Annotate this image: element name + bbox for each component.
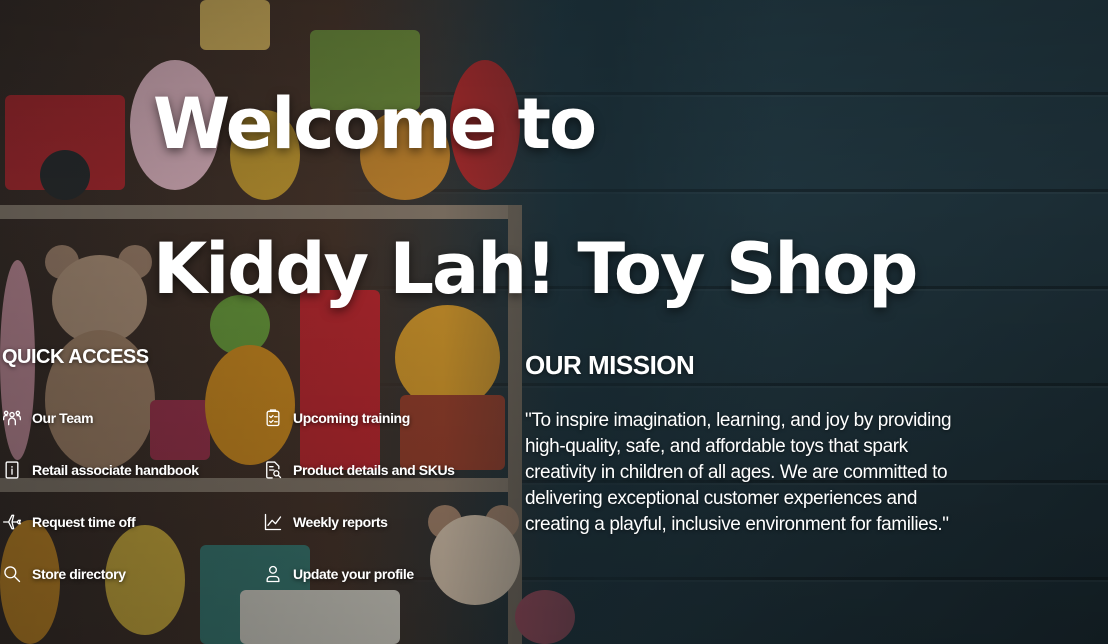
quick-link-store-directory[interactable]: Store directory: [2, 564, 126, 584]
page-title: Welcome to Kiddy Lah! Toy Shop: [153, 52, 918, 342]
mission-heading: OUR MISSION: [525, 350, 695, 380]
title-line-2: Kiddy Lah! Toy Shop: [153, 228, 918, 310]
team-icon: [3, 410, 22, 426]
handbook-icon: [5, 461, 19, 479]
document-search-icon: [266, 461, 282, 479]
quick-link-label: Weekly reports: [293, 514, 388, 530]
search-icon: [4, 566, 21, 583]
quick-access-list: Our Team Upcoming training Retail associ…: [0, 400, 470, 600]
quick-link-product-details-skus[interactable]: Product details and SKUs: [263, 460, 455, 480]
airplane-icon: [3, 514, 22, 530]
checklist-icon: [266, 409, 280, 427]
quick-link-upcoming-training[interactable]: Upcoming training: [263, 408, 410, 428]
title-line-1: Welcome to: [153, 83, 597, 165]
quick-link-label: Retail associate handbook: [32, 462, 199, 478]
quick-link-weekly-reports[interactable]: Weekly reports: [263, 512, 388, 532]
quick-link-request-time-off[interactable]: Request time off: [2, 512, 136, 532]
quick-link-label: Request time off: [32, 514, 136, 530]
quick-link-label: Our Team: [32, 410, 94, 426]
quick-link-label: Store directory: [32, 566, 126, 582]
quick-link-label: Update your profile: [293, 566, 414, 582]
quick-link-label: Product details and SKUs: [293, 462, 455, 478]
person-icon: [266, 565, 280, 583]
quick-access-heading: QUICK ACCESS: [2, 346, 149, 368]
quick-link-label: Upcoming training: [293, 410, 410, 426]
mission-statement: "To inspire imagination, learning, and j…: [525, 410, 952, 535]
quick-link-retail-associate-handbook[interactable]: Retail associate handbook: [2, 460, 199, 480]
quick-link-update-profile[interactable]: Update your profile: [263, 564, 414, 584]
line-chart-icon: [264, 513, 282, 531]
quick-link-our-team[interactable]: Our Team: [2, 408, 94, 428]
